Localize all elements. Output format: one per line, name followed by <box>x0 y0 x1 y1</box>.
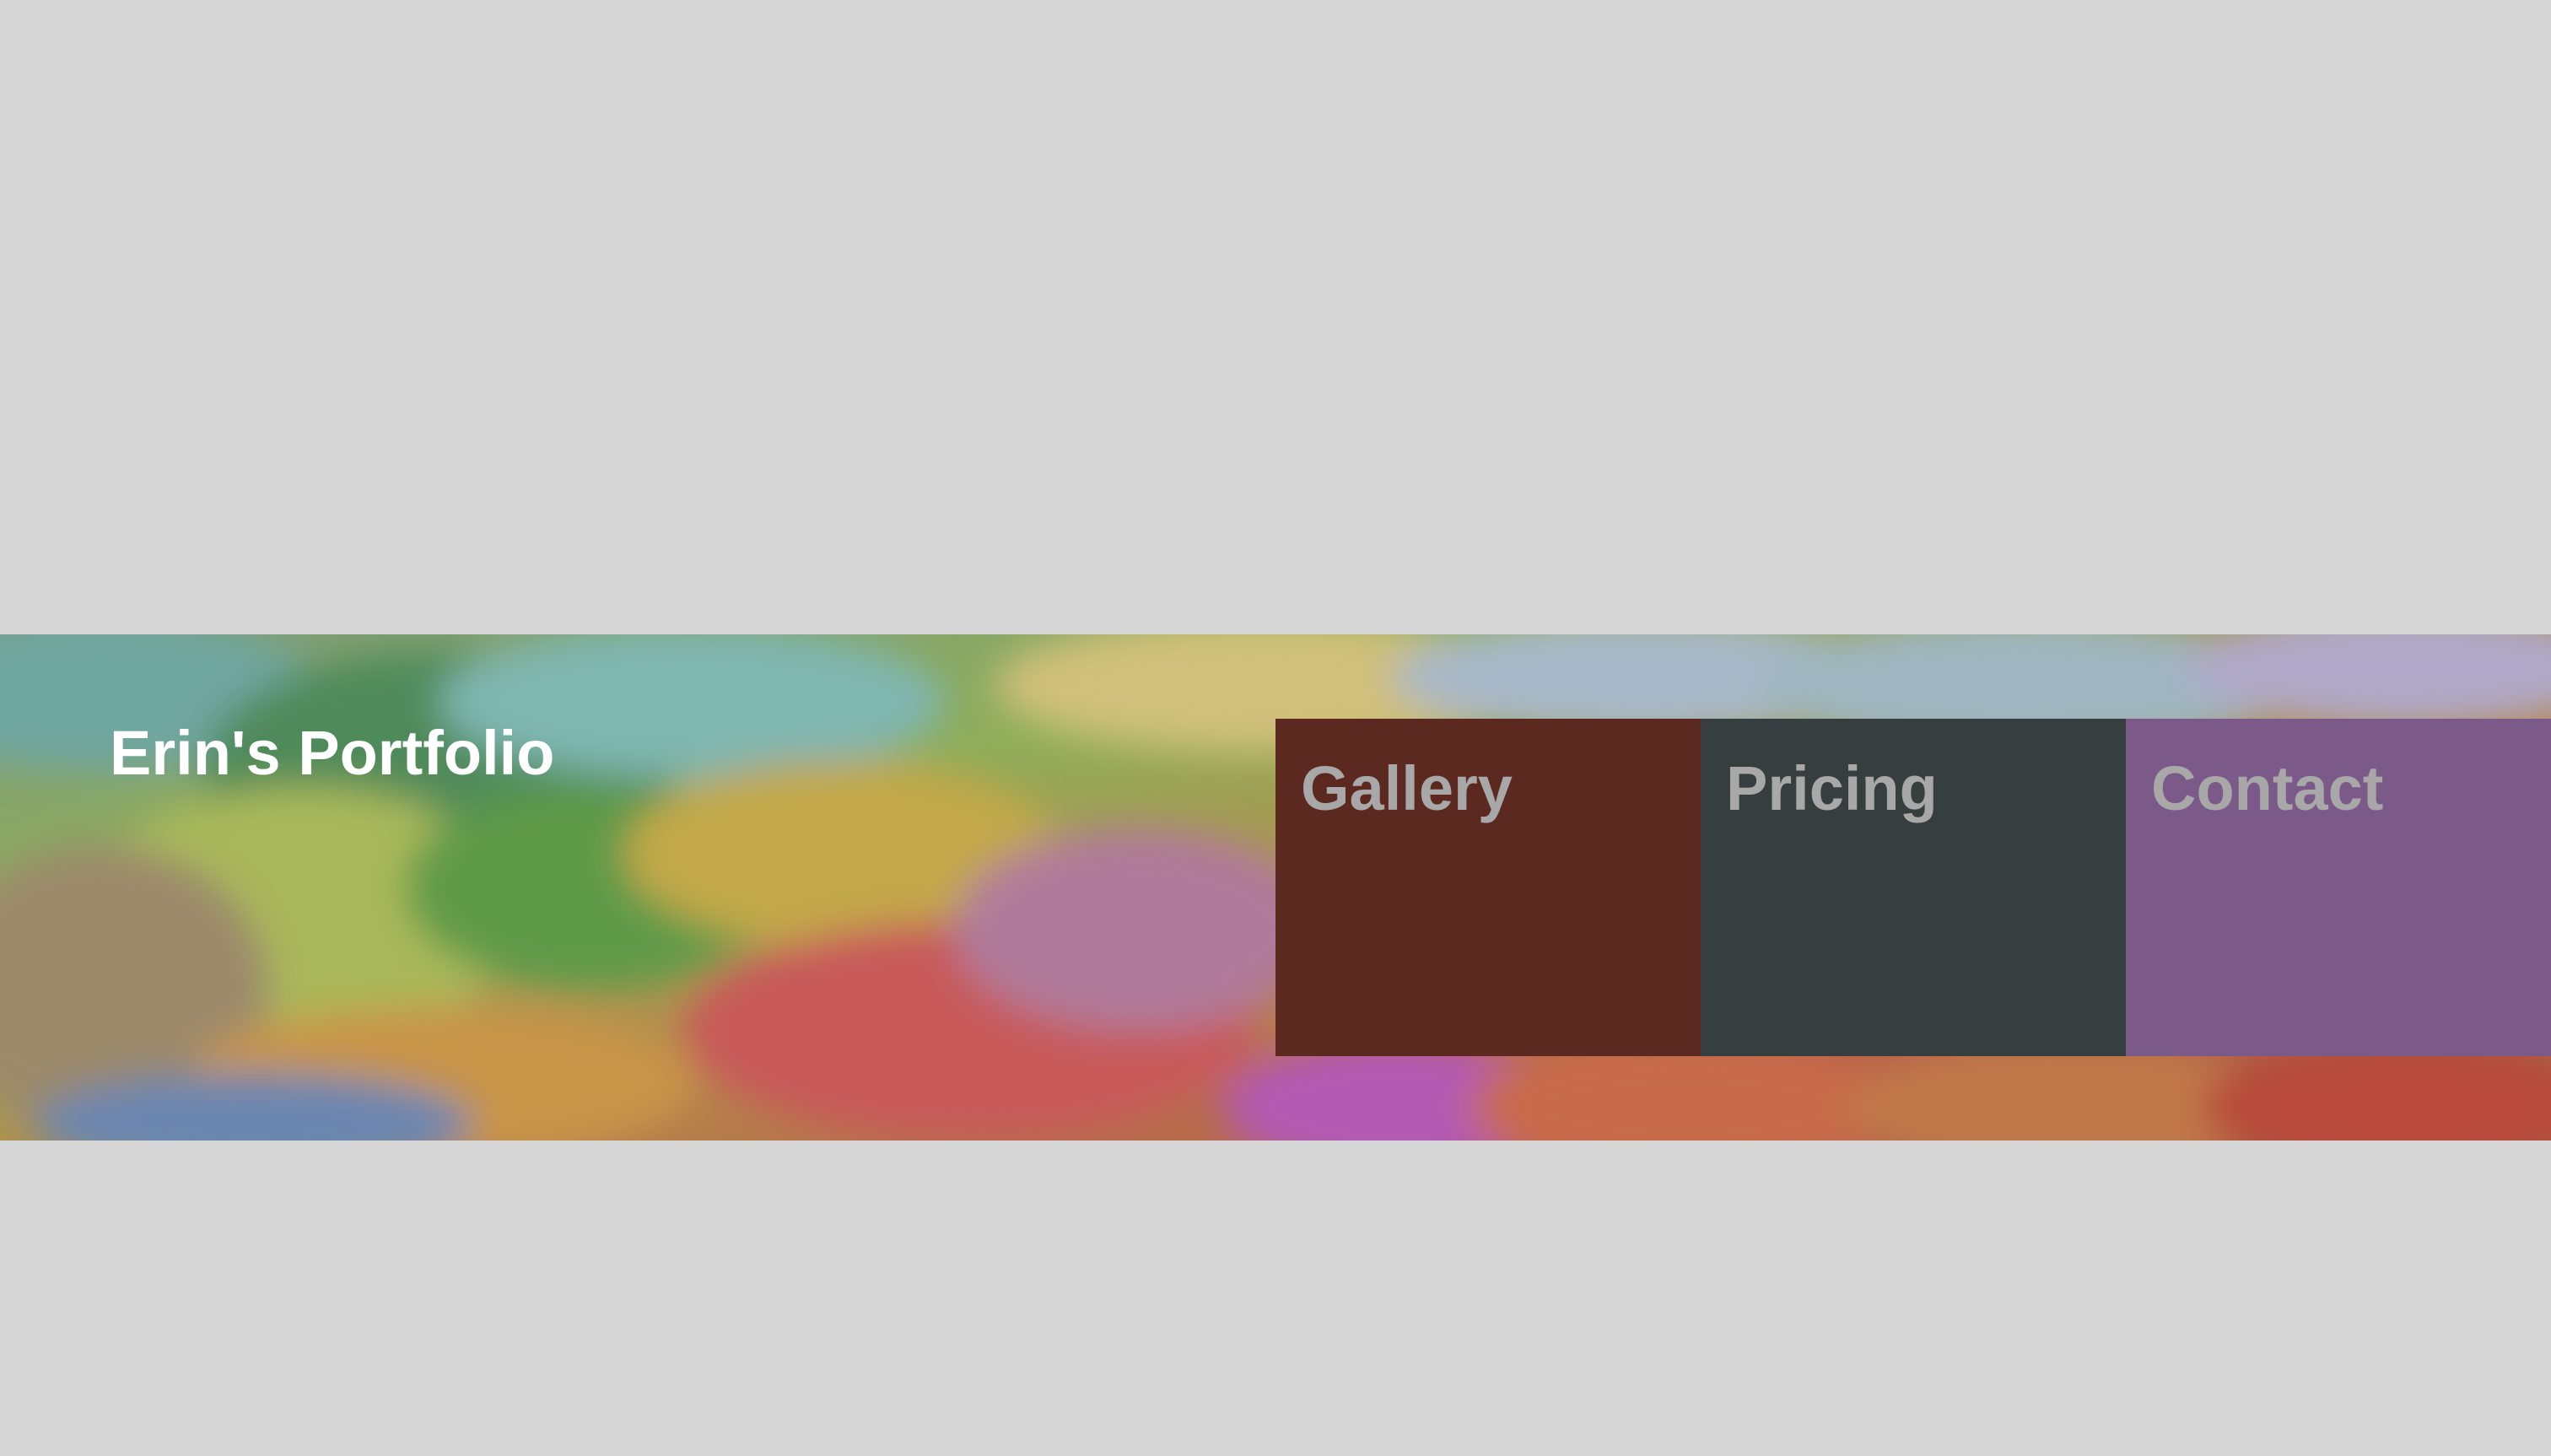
nav-item-gallery[interactable]: Gallery <box>1276 719 1701 1056</box>
nav-item-pricing[interactable]: Pricing <box>1701 719 2126 1056</box>
nav-item-contact[interactable]: Contact <box>2126 719 2551 1056</box>
header-banner: Erin's Portfolio Gallery Pricing Contact <box>0 634 2551 1141</box>
main-nav: Gallery Pricing Contact <box>1276 719 2551 1056</box>
site-title: Erin's Portfolio <box>110 718 555 788</box>
